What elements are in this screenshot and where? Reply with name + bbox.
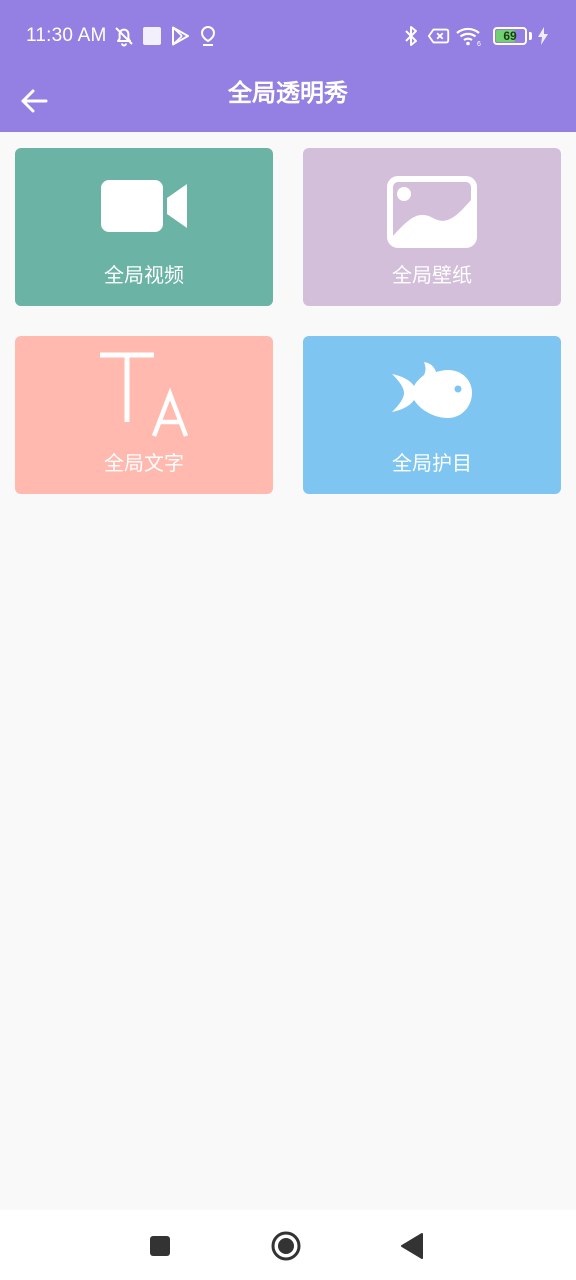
square-notification-icon xyxy=(140,24,164,48)
svg-text:6: 6 xyxy=(477,41,481,48)
bluetooth-icon xyxy=(399,24,423,48)
recents-square-icon xyxy=(149,1235,171,1257)
arrow-left-icon xyxy=(18,85,50,117)
global-text-tile[interactable]: 全局文字 xyxy=(15,336,273,494)
tile-label: 全局壁纸 xyxy=(392,263,472,287)
app-bar: 全局透明秀 xyxy=(0,70,576,132)
global-video-tile[interactable]: 全局视频 xyxy=(15,148,273,306)
no-sim-icon xyxy=(427,24,451,48)
video-camera-icon xyxy=(15,180,273,232)
global-eye-protection-tile[interactable]: 全局护目 xyxy=(303,336,561,494)
battery-level: 69 xyxy=(503,29,517,43)
nav-back-button[interactable] xyxy=(394,1228,430,1264)
battery-nub xyxy=(529,32,532,40)
home-circle-icon xyxy=(270,1230,302,1262)
play-store-icon xyxy=(168,24,192,48)
text-size-icon xyxy=(15,352,273,442)
fish-icon xyxy=(303,362,561,424)
status-bar-right: 6 69 xyxy=(399,22,550,50)
mute-icon xyxy=(112,24,136,48)
charging-icon xyxy=(536,24,550,48)
image-icon xyxy=(303,176,561,248)
location-pin-icon xyxy=(196,24,220,48)
status-time: 11:30 AM xyxy=(26,25,107,46)
recents-button[interactable] xyxy=(142,1228,178,1264)
home-button[interactable] xyxy=(268,1228,304,1264)
tile-label: 全局护目 xyxy=(392,451,472,475)
back-button[interactable] xyxy=(14,78,54,124)
wifi-icon: 6 xyxy=(455,24,483,48)
status-bar: 11:30 AM 6 69 xyxy=(0,0,576,70)
global-wallpaper-tile[interactable]: 全局壁纸 xyxy=(303,148,561,306)
tile-label: 全局文字 xyxy=(104,451,184,475)
status-bar-left: 11:30 AM xyxy=(26,22,224,50)
battery-icon: 69 xyxy=(493,27,527,45)
system-nav-bar xyxy=(0,1210,576,1280)
back-triangle-icon xyxy=(400,1233,424,1259)
page-title: 全局透明秀 xyxy=(228,79,348,107)
tile-label: 全局视频 xyxy=(104,263,184,287)
